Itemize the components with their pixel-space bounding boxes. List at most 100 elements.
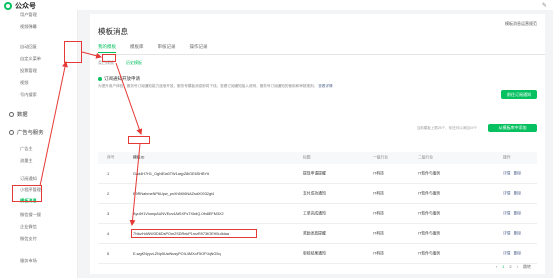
row-industry-1: IT科技 — [373, 191, 384, 195]
sidebar-item-advertiser[interactable]: 广告主 — [20, 146, 33, 152]
sidebar-group-data[interactable]: 数据 — [9, 110, 28, 118]
table-row: 3 AyuIH1VlumpAUNVEuv4AtSXFsTXbdQ-0fn8EFM… — [98, 204, 537, 224]
row-industry-1: IT科技 — [373, 211, 384, 215]
sidebar-item-subscribe-notice[interactable]: 订阅通知 — [20, 176, 37, 182]
tab-divider — [90, 54, 545, 55]
data-icon — [9, 111, 14, 117]
table-row: 1 Gad4H7H1_OgNEIa0TW1arjyZ8iGE6SHBY6 提现申… — [98, 164, 537, 184]
header-title: 标题 — [303, 155, 311, 160]
tab-my-templates[interactable]: 我的模板 — [98, 44, 116, 53]
row-industry-2: IT软件与服务 — [418, 251, 441, 255]
notice-link[interactable]: 查看详情 — [318, 84, 332, 88]
row-no: 5 — [107, 251, 110, 256]
row-actions: 详情 删除 — [503, 251, 524, 256]
table-header: 序号 模板ID 标题 一级行业 二级行业 操作 — [98, 152, 537, 164]
page-title: 模板消息 — [98, 27, 128, 36]
row-template-id[interactable]: E-wgKNyyvLZNp5UwNusyPOIL4MXoF5OPJqNG5q — [133, 252, 221, 256]
header-industry-1: 一级行业 — [373, 155, 389, 160]
template-table-card: 当前模板上限25个，你还可以添加19个 从模板库中添加 序号 模板ID 标题 一… — [98, 120, 537, 270]
row-industry-2: IT软件与服务 — [418, 211, 441, 215]
go-subscribe-button[interactable]: 前往订阅通知 — [501, 90, 537, 99]
sidebar-item-pay[interactable]: 微信支付 — [20, 236, 37, 242]
row-title: 支付成功通知 — [303, 191, 326, 195]
pager-next[interactable]: › — [517, 264, 518, 270]
annotation-box-subtab — [102, 54, 116, 62]
table-row: 5 E-wgKNyyvLZNp5UwNusyPOIL4MXoF5OPJqNG5q… — [98, 244, 537, 264]
row-actions: 详情 删除 — [503, 191, 524, 196]
detail-link[interactable]: 详情 — [503, 171, 511, 175]
template-count-text: 当前模板上限25个，你还可以添加19个 — [416, 126, 477, 130]
table-row-highlighted: 4 7NbzHdWW3D6DsPOm2SDRekP1mzR973tOEH5uII… — [98, 224, 537, 244]
sidebar-item-wework[interactable]: 企业微信 — [20, 224, 37, 230]
tab-review-records[interactable]: 审核记录 — [158, 44, 176, 53]
detail-link[interactable]: 详情 — [503, 191, 511, 195]
sidebar-group-ads[interactable]: 广告与服务 — [9, 128, 44, 136]
notice-text: 为提升用户体验，服务号订阅通知能力逐渐开放，服务号模板消息即将下线。查看订阅通知… — [98, 84, 333, 89]
annotation-box-id-header — [128, 136, 150, 144]
sidebar-item-vote[interactable]: 投票管理 — [20, 68, 37, 74]
info-icon — [98, 77, 102, 81]
row-industry-2: IT软件与服务 — [418, 231, 441, 235]
row-template-id[interactable]: Gad4H7H1_OgNEIa0TW1arjyZ8iGE6SHBY6 — [133, 172, 209, 176]
tab-template-library[interactable]: 模板库 — [130, 44, 144, 53]
sidebar-item-auto-reply[interactable]: 自动回复 — [20, 44, 37, 50]
row-no: 1 — [107, 171, 110, 176]
delete-link[interactable]: 删除 — [514, 231, 522, 235]
row-actions: 详情 删除 — [503, 211, 524, 216]
sidebar-item-custom-menu[interactable]: 自定义菜单 — [20, 56, 41, 62]
detail-link[interactable]: 详情 — [503, 231, 511, 235]
annotation-box-sidebar — [12, 185, 42, 202]
row-title: 审核结果通知 — [303, 251, 326, 255]
pager-jump[interactable]: 跳转 — [523, 264, 531, 270]
row-actions: 详情 删除 — [503, 171, 524, 176]
delete-link[interactable]: 删除 — [514, 171, 522, 175]
pager-current[interactable]: 1 — [502, 264, 504, 270]
sidebar-item-user-manage[interactable]: 用户管理 — [20, 12, 37, 18]
row-title: 工单完成通知 — [303, 211, 326, 215]
sidebar-item-video-danmaku[interactable]: 视频弹幕 — [20, 24, 37, 30]
row-industry-2: IT软件与服务 — [418, 191, 441, 195]
sidebar-item-service-market[interactable]: 服务市场 — [20, 258, 37, 264]
notice-title-text: 订阅通知开放申请 — [104, 76, 140, 81]
delete-link[interactable]: 删除 — [514, 251, 522, 255]
ads-icon — [9, 129, 14, 135]
row-title: 奖励发放提醒 — [303, 231, 326, 235]
row-industry-1: IT科技 — [373, 171, 384, 175]
delete-link[interactable]: 删除 — [514, 211, 522, 215]
notice-body: 为提升用户体验，服务号订阅通知能力逐渐开放，服务号模板消息即将下线。查看订阅通知… — [98, 84, 318, 88]
wechat-logo-icon — [4, 2, 12, 10]
sidebar-item-search-yisou[interactable]: 微信搜一搜 — [20, 212, 41, 218]
sidebar-item-traffic[interactable]: 流量主 — [20, 158, 33, 164]
notice-title: 订阅通知开放申请 — [98, 76, 140, 82]
header-industry-2: 二级行业 — [418, 155, 434, 160]
detail-link[interactable]: 详情 — [503, 211, 511, 215]
row-no: 2 — [107, 191, 110, 196]
sidebar-item-video[interactable]: 视频 — [20, 80, 28, 86]
sidebar-group-label: 广告与服务 — [17, 130, 44, 136]
header-template-id: 模板ID — [133, 155, 145, 160]
row-template-id[interactable]: 7NbzHdWW3D6DsPOm2SDRekP1mzR973tOEH5uIIda… — [133, 232, 229, 236]
main-tabs: 我的模板 模板库 审核记录 操作记录 — [98, 44, 208, 53]
row-actions: 详情 删除 — [503, 231, 524, 236]
sidebar-group-label: 数据 — [17, 112, 28, 118]
main-panel: 模板消息 模板消息运营规范 我的模板 模板库 审核记录 操作记录 类目模板 历史… — [90, 14, 545, 274]
delete-link[interactable]: 删除 — [514, 191, 522, 195]
sidebar-item-search[interactable]: 号内搜索 — [20, 92, 37, 98]
row-template-id[interactable]: E9RNahmeNP6Upw_pnXh5tX6NAZsdX0032gl4 — [133, 192, 214, 196]
top-bar: 公众号 ✎ — [0, 0, 553, 10]
pager-total[interactable]: 2 — [509, 264, 511, 270]
row-industry-1: IT科技 — [373, 231, 384, 235]
notice-banner: 订阅通知开放申请 为提升用户体验，服务号订阅通知能力逐渐开放，服务号模板消息即将… — [98, 76, 537, 108]
tab-operation-records[interactable]: 操作记录 — [190, 44, 208, 53]
add-from-library-button[interactable]: 从模板库中添加 — [488, 124, 537, 132]
pagination: ‹ 1 2 › 跳转 — [496, 264, 531, 270]
pager-prev[interactable]: ‹ — [496, 264, 497, 270]
row-no: 4 — [107, 231, 110, 236]
help-link[interactable]: 模板消息运营规范 — [505, 21, 537, 27]
subtab-history[interactable]: 历史模板 — [126, 60, 142, 66]
detail-link[interactable]: 详情 — [503, 251, 511, 255]
row-template-id[interactable]: AyuIH1VlumpAUNVEuv4AtSXFsTXbdQ-0fn8EFM3X… — [133, 212, 224, 216]
pin-icon[interactable]: ✎ — [542, 2, 547, 9]
header-actions: 操作 — [503, 155, 511, 160]
row-no: 3 — [107, 211, 110, 216]
